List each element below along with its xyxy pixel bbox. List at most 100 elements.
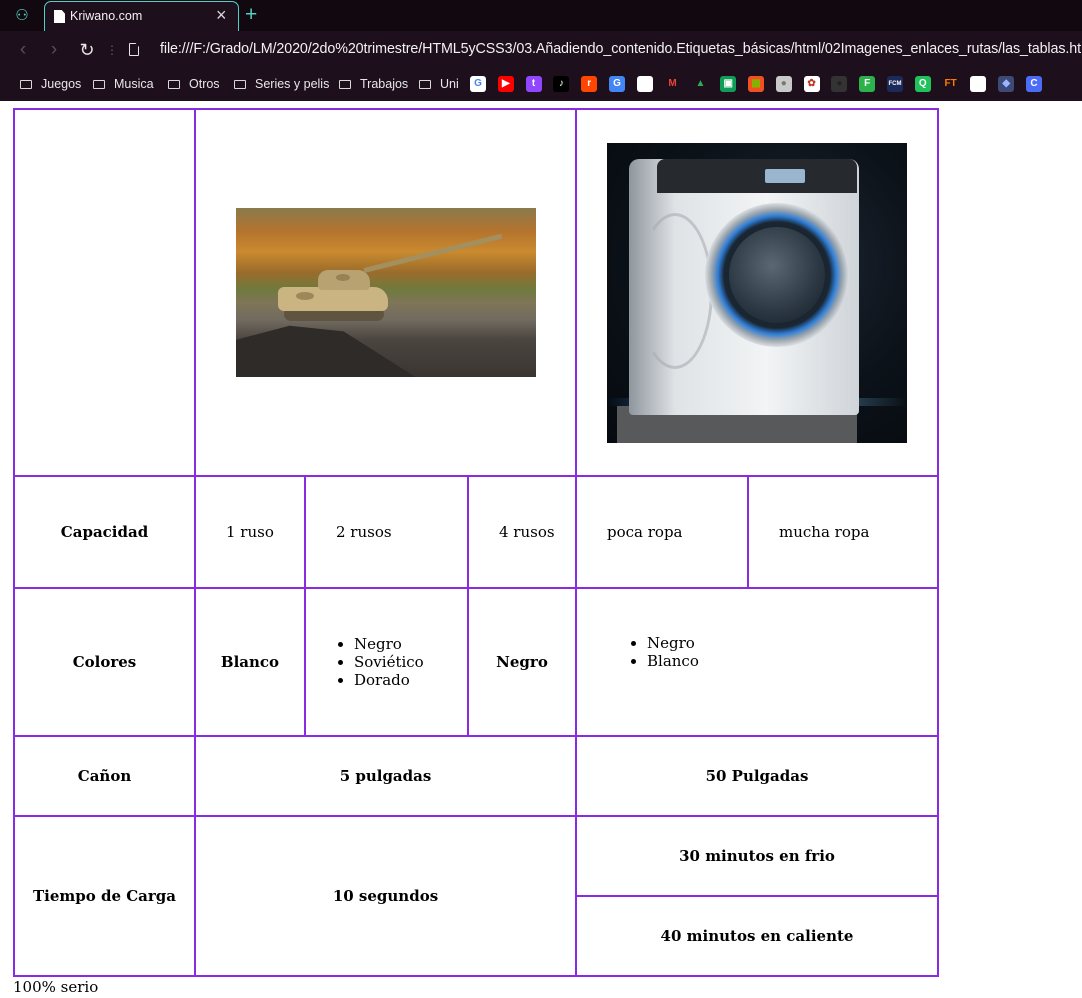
colores-wash-list: Negro Blanco (577, 634, 937, 670)
gmail-icon[interactable]: M (664, 76, 681, 92)
file-icon[interactable] (129, 43, 139, 56)
bookmark-round-icon[interactable]: ● (775, 76, 792, 92)
feedly-icon[interactable]: F (859, 76, 876, 92)
row-header-capacidad: Capacidad (13, 475, 196, 589)
page-favicon-icon (54, 10, 65, 23)
bookmark-folder-label: Juegos (41, 77, 82, 91)
drive-icon[interactable]: ▲ (692, 76, 709, 92)
empty-corner-cell (13, 108, 196, 477)
tank-image-hill (235, 325, 416, 377)
tank-image-cell (194, 108, 577, 477)
washer-image-display (765, 168, 805, 183)
bookmark-folder-juegos[interactable]: Juegos (20, 74, 81, 94)
tab-title: Kriwano.com (70, 9, 143, 23)
capacidad-cell: 4 rusos (467, 475, 577, 589)
document-icon-2[interactable] (970, 76, 987, 92)
washer-image-side-ring (637, 212, 713, 369)
table-row-tiempo: Tiempo de Carga 10 segundos 30 minutos e… (13, 815, 939, 977)
tiktok-icon[interactable]: ♪ (553, 76, 570, 92)
table-row-images (13, 108, 939, 477)
list-item: Blanco (647, 652, 937, 670)
reload-button[interactable]: ↻ (75, 37, 99, 63)
colores-wash-b: Negro Blanco (575, 587, 939, 737)
address-bar[interactable]: file:///F:/Grado/LM/2020/2do%20trimestre… (160, 41, 1082, 57)
washing-machine-image (607, 142, 907, 443)
tank-image-camo (295, 292, 314, 300)
tank-image-hull (277, 287, 388, 311)
bookmark-dark-icon[interactable]: ● (831, 76, 848, 92)
capacidad-cell: poca ropa (575, 475, 749, 589)
bookmark-folder-label: Otros (189, 77, 220, 91)
bookmark-folder-label: Trabajos (360, 77, 409, 91)
folder-icon (419, 80, 431, 89)
c-icon[interactable]: C (1026, 76, 1042, 92)
robot-icon[interactable]: ◆ (998, 76, 1015, 92)
folder-icon (20, 80, 32, 89)
document-icon[interactable] (636, 76, 653, 92)
colores-wash-a: Negro (467, 587, 577, 737)
capacidad-cell: 1 ruso (194, 475, 306, 589)
bookmark-badge-icon[interactable]: ✿ (803, 76, 820, 92)
twitch-icon[interactable]: t (525, 76, 542, 92)
colores-tank-list: Negro Soviético Dorado (306, 635, 467, 689)
row-header-colores: Colores (13, 587, 196, 737)
row-header-canon: Cañon (13, 735, 196, 817)
table-row-canon: Cañon 5 pulgadas 50 Pulgadas (13, 735, 939, 817)
row-header-tiempo: Tiempo de Carga (13, 815, 196, 977)
tank-image-camo (335, 274, 350, 281)
folder-icon (93, 80, 105, 89)
bookmark-folder-musica[interactable]: Musica (93, 74, 154, 94)
bookmark-folder-otros[interactable]: Otros (168, 74, 220, 94)
comparison-table: Capacidad 1 ruso 2 rusos 4 rusos poca ro… (13, 108, 939, 977)
bookmark-folder-label: Musica (114, 77, 154, 91)
list-item: Dorado (354, 671, 467, 689)
bookmark-folder-label: Series y pelis (255, 77, 330, 91)
q-icon[interactable]: Q (914, 76, 931, 92)
toolbar-separator: ⋮ (106, 43, 118, 57)
forward-button[interactable]: › (42, 37, 66, 63)
folder-icon (168, 80, 180, 89)
back-button[interactable]: ‹ (11, 37, 35, 63)
canon-wash: 50 Pulgadas (575, 735, 939, 817)
bookmark-folder-series[interactable]: Series y pelis (234, 74, 329, 94)
tiempo-wash-hot: 40 minutos en caliente (575, 895, 939, 977)
reddit-icon[interactable]: r (581, 76, 598, 92)
tiempo-wash-cold: 30 minutos en frio (575, 815, 939, 897)
browser-tab[interactable]: Kriwano.com × (44, 1, 239, 31)
footer-text: 100% serio (13, 978, 99, 996)
address-toolbar: ‹ › ↻ ⋮ file:///F:/Grado/LM/2020/2do%20t… (0, 31, 1082, 69)
list-item: Negro (647, 634, 937, 652)
bookmark-folder-trabajos[interactable]: Trabajos (339, 74, 408, 94)
bookmark-folder-uni[interactable]: Uni (419, 74, 459, 94)
list-item: Soviético (354, 653, 467, 671)
page-content: Capacidad 1 ruso 2 rusos 4 rusos poca ro… (0, 101, 1082, 998)
bookmarks-bar: Juegos Musica Otros Series y pelis Traba… (0, 69, 1082, 99)
list-item: Negro (354, 635, 467, 653)
capacidad-cell: mucha ropa (747, 475, 939, 589)
tank-image-barrel (362, 233, 502, 273)
folder-icon (234, 80, 246, 89)
colores-tank-b: Negro Soviético Dorado (304, 587, 469, 737)
colores-tank-a: Blanco (194, 587, 306, 737)
washer-image-top (657, 158, 857, 193)
capacidad-cell: 2 rusos (304, 475, 469, 589)
translate-icon[interactable]: G (609, 76, 625, 92)
bookmark-folder-label: Uni (440, 77, 459, 91)
canon-tank: 5 pulgadas (194, 735, 577, 817)
tiempo-tank: 10 segundos (194, 815, 577, 977)
table-row-capacidad: Capacidad 1 ruso 2 rusos 4 rusos poca ro… (13, 475, 939, 589)
classroom-icon[interactable]: ▣ (720, 76, 737, 92)
close-tab-icon[interactable]: × (216, 5, 227, 25)
fcm-icon[interactable]: FCM (887, 76, 903, 92)
youtube-icon[interactable]: ▶ (497, 76, 514, 92)
new-tab-button[interactable]: + (245, 2, 257, 28)
gamepad-icon[interactable]: ⚇ (12, 6, 32, 26)
browser-chrome: ⚇ Kriwano.com × + ‹ › ↻ ⋮ file:///F:/Gra… (0, 0, 1082, 101)
washer-image-door-glass (729, 226, 825, 323)
folder-icon (339, 80, 351, 89)
tab-strip: ⚇ Kriwano.com × + (0, 0, 1082, 31)
ft-icon[interactable]: FT (942, 76, 959, 92)
washer-image-cell (575, 108, 939, 477)
google-icon[interactable]: G (470, 76, 486, 92)
microsoft-icon[interactable]: ▦ (748, 76, 764, 92)
